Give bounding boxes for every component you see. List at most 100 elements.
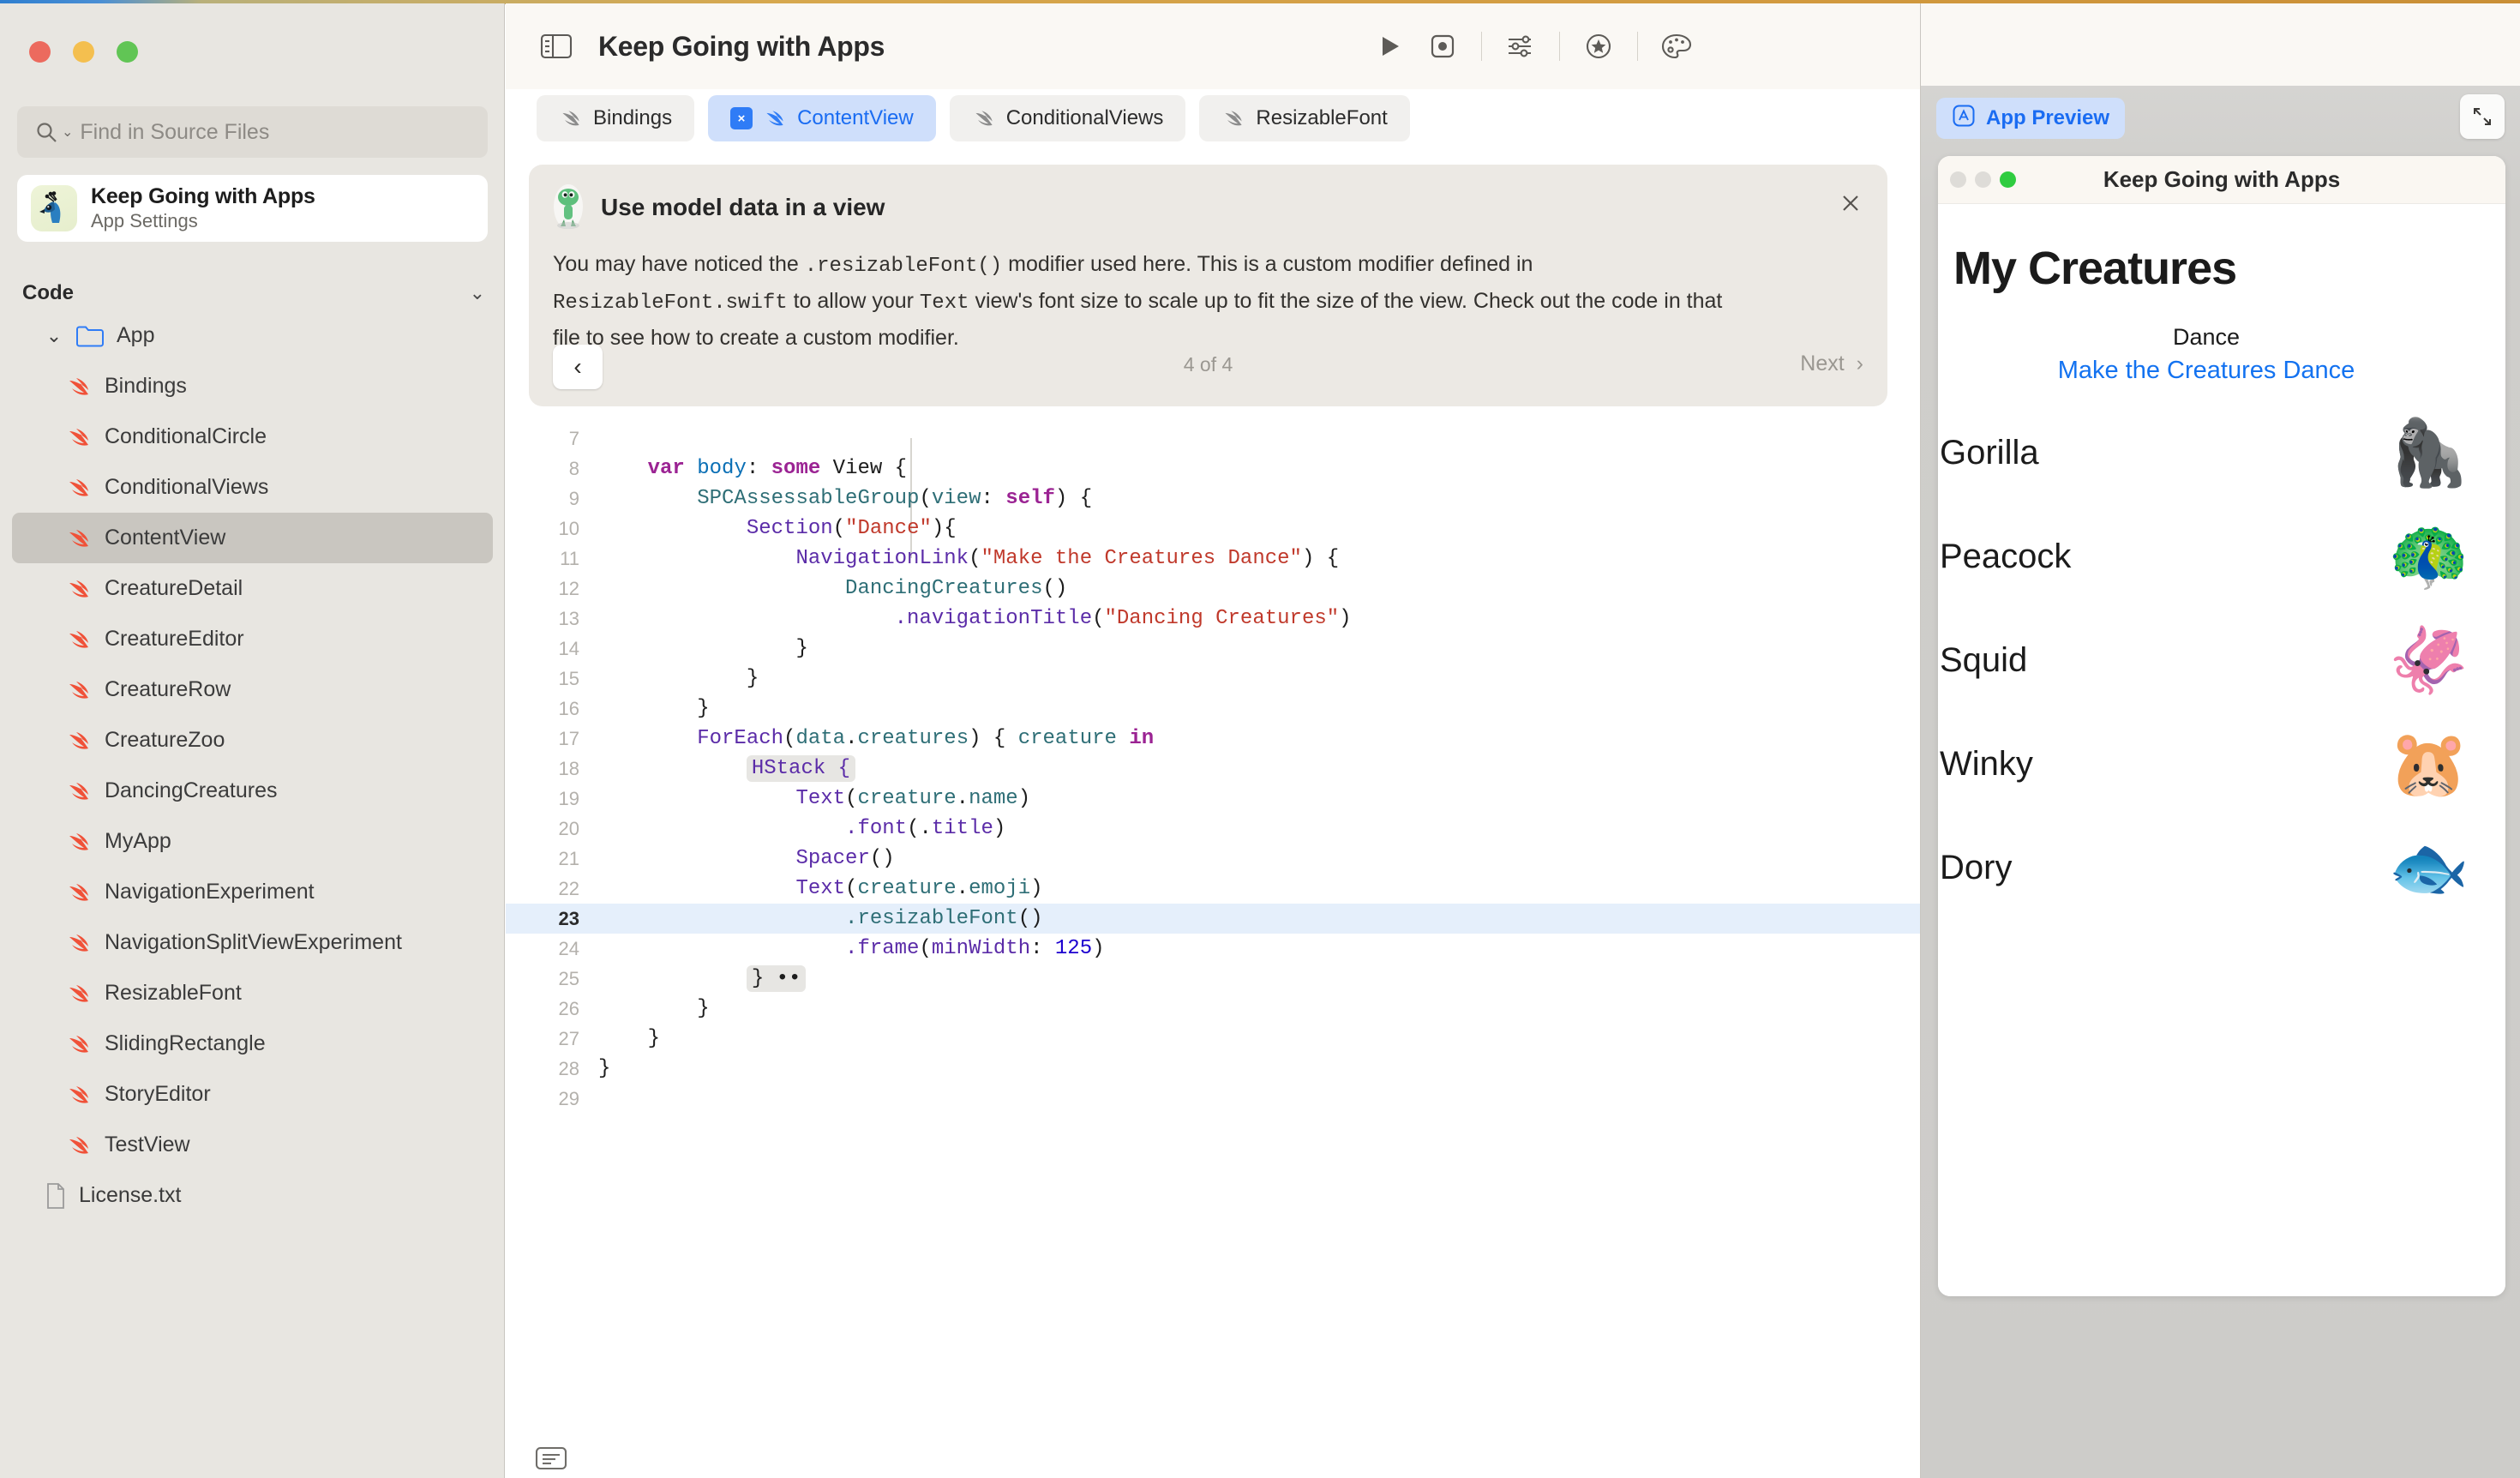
code-editor[interactable]: 78 var body: some View {9 SPCAssessableG…	[506, 424, 1920, 1401]
code-token: 125	[1055, 937, 1092, 960]
file-tree-item-storyeditor[interactable]: StoryEditor	[12, 1069, 493, 1120]
file-tree-item-creaturerow[interactable]: CreatureRow	[12, 664, 493, 715]
app-preview-tab[interactable]: App Preview	[1936, 98, 2125, 139]
creature-row[interactable]: Winky🐹	[1938, 712, 2475, 816]
code-line-8[interactable]: 8 var body: some View {	[506, 454, 1920, 484]
chevron-down-icon[interactable]: ⌄	[470, 282, 485, 304]
code-token	[1117, 727, 1129, 750]
file-tree-item-app[interactable]: ⌄ App	[12, 310, 493, 361]
code-token: ) {	[969, 727, 1018, 750]
tab-bindings[interactable]: Bindings	[537, 95, 694, 141]
code-token: ()	[870, 847, 895, 870]
code-line-14[interactable]: 14 }	[506, 634, 1920, 664]
code-line-22[interactable]: 22 Text(creature.emoji)	[506, 874, 1920, 904]
line-number: 12	[506, 578, 598, 600]
callout-title: Use model data in a view	[601, 194, 885, 221]
file-tree-item-bindings[interactable]: Bindings	[12, 361, 493, 412]
file-tree-item-conditionalviews[interactable]: ConditionalViews	[12, 462, 493, 513]
expand-diagonal-icon[interactable]	[2460, 94, 2505, 139]
callout-body: You may have noticed the .resizableFont(…	[553, 247, 1856, 355]
tab-resizablefont[interactable]: ResizableFont	[1199, 95, 1409, 141]
code-text: NavigationLink("Make the Creatures Dance…	[598, 547, 1920, 570]
code-line-9[interactable]: 9 SPCAssessableGroup(view: self) {	[506, 484, 1920, 514]
code-line-10[interactable]: 10 Section("Dance"){	[506, 514, 1920, 544]
search-scope-chevron-icon[interactable]: ⌄	[62, 123, 73, 141]
close-icon[interactable]	[1836, 189, 1865, 218]
file-tree-item-label: Bindings	[105, 374, 187, 399]
file-tree-item-creaturedetail[interactable]: CreatureDetail	[12, 563, 493, 614]
tab-close-icon[interactable]: ×	[730, 107, 753, 129]
code-token: }	[598, 637, 808, 660]
file-tree-item-creaturezoo[interactable]: CreatureZoo	[12, 715, 493, 766]
preview-pane: App Preview Keep Going with Apps My Crea…	[1920, 3, 2520, 1478]
console-icon[interactable]	[533, 1444, 569, 1473]
code-line-11[interactable]: 11 NavigationLink("Make the Creatures Da…	[506, 544, 1920, 574]
creature-row[interactable]: Gorilla🦍	[1938, 401, 2475, 505]
code-token	[598, 907, 845, 930]
code-line-24[interactable]: 24 .frame(minWidth: 125)	[506, 934, 1920, 964]
code-line-12[interactable]: 12 DancingCreatures()	[506, 574, 1920, 604]
record-button[interactable]	[1416, 20, 1469, 73]
file-tree-item-myapp[interactable]: MyApp	[12, 816, 493, 867]
zoom-window-button[interactable]	[117, 41, 138, 63]
file-tree-item-resizablefont[interactable]: ResizableFont	[12, 968, 493, 1018]
run-button[interactable]	[1363, 20, 1416, 73]
file-tree-item-license-txt[interactable]: License.txt	[12, 1170, 493, 1221]
code-token: creature	[1018, 727, 1117, 750]
make-the-creatures-dance-link[interactable]: Make the Creatures Dance	[1938, 357, 2475, 385]
code-line-15[interactable]: 15 }	[506, 664, 1920, 694]
code-token: SPCAssessableGroup	[697, 487, 919, 510]
file-tree-item-navigationsplitviewexperiment[interactable]: NavigationSplitViewExperiment	[12, 917, 493, 968]
appearance-button[interactable]	[1650, 20, 1703, 73]
minimize-window-button[interactable]	[73, 41, 94, 63]
code-line-7[interactable]: 7	[506, 424, 1920, 454]
file-tree-item-testview[interactable]: TestView	[12, 1120, 493, 1170]
traffic-lights	[29, 41, 138, 63]
file-tree-item-conditionalcircle[interactable]: ConditionalCircle	[12, 412, 493, 462]
code-line-27[interactable]: 27 }	[506, 1024, 1920, 1054]
code-line-16[interactable]: 16 }	[506, 694, 1920, 724]
code-line-23[interactable]: 23 .resizableFont()	[506, 904, 1920, 934]
creature-row[interactable]: Squid🦑	[1938, 609, 2475, 712]
favorites-button[interactable]	[1572, 20, 1625, 73]
code-line-21[interactable]: 21 Spacer()	[506, 844, 1920, 874]
file-tree-item-creatureeditor[interactable]: CreatureEditor	[12, 614, 493, 664]
code-line-19[interactable]: 19 Text(creature.name)	[506, 784, 1920, 814]
code-line-13[interactable]: 13 .navigationTitle("Dancing Creatures")	[506, 604, 1920, 634]
sidebar-toggle-icon[interactable]	[540, 32, 573, 61]
code-text: Text(creature.name)	[598, 787, 1920, 810]
code-line-17[interactable]: 17 ForEach(data.creatures) { creature in	[506, 724, 1920, 754]
line-number: 20	[506, 818, 598, 840]
close-window-button[interactable]	[29, 41, 51, 63]
file-tree-item-label: App	[117, 323, 154, 348]
code-line-29[interactable]: 29	[506, 1084, 1920, 1114]
code-token: )	[1018, 787, 1030, 810]
code-line-18[interactable]: 18 HStack {	[506, 754, 1920, 784]
code-line-20[interactable]: 20 .font(.title)	[506, 814, 1920, 844]
dance-section: Dance Make the Creatures Dance	[1938, 324, 2475, 385]
toolbar-center-group	[1363, 3, 1703, 89]
code-line-28[interactable]: 28}	[506, 1054, 1920, 1084]
code-token: Section	[747, 517, 833, 540]
file-tree-item-slidingrectangle[interactable]: SlidingRectangle	[12, 1018, 493, 1069]
tab-contentview[interactable]: ×ContentView	[708, 95, 936, 141]
folder-disclosure-icon[interactable]: ⌄	[45, 325, 63, 347]
code-token: ()	[1018, 907, 1043, 930]
code-line-26[interactable]: 26 }	[506, 994, 1920, 1024]
code-token: body	[697, 457, 747, 480]
file-tree-item-dancingcreatures[interactable]: DancingCreatures	[12, 766, 493, 816]
code-section-header[interactable]: Code ⌄	[22, 278, 485, 309]
tab-conditionalviews[interactable]: ConditionalViews	[950, 95, 1186, 141]
next-page-button[interactable]: Next ›	[1800, 351, 1863, 376]
app-settings-card[interactable]: Keep Going with Apps App Settings	[17, 175, 488, 242]
file-tree-item-contentview[interactable]: ContentView	[12, 513, 493, 563]
creature-row[interactable]: Peacock🦚	[1938, 505, 2475, 609]
line-number: 16	[506, 698, 598, 720]
file-tree-item-navigationexperiment[interactable]: NavigationExperiment	[12, 867, 493, 917]
code-token: view	[932, 487, 981, 510]
search-input[interactable]: ⌄ Find in Source Files	[17, 106, 488, 158]
line-number: 29	[506, 1088, 598, 1110]
code-line-25[interactable]: 25 } ••	[506, 964, 1920, 994]
settings-button[interactable]	[1494, 20, 1547, 73]
creature-row[interactable]: Dory🐟	[1938, 816, 2475, 920]
